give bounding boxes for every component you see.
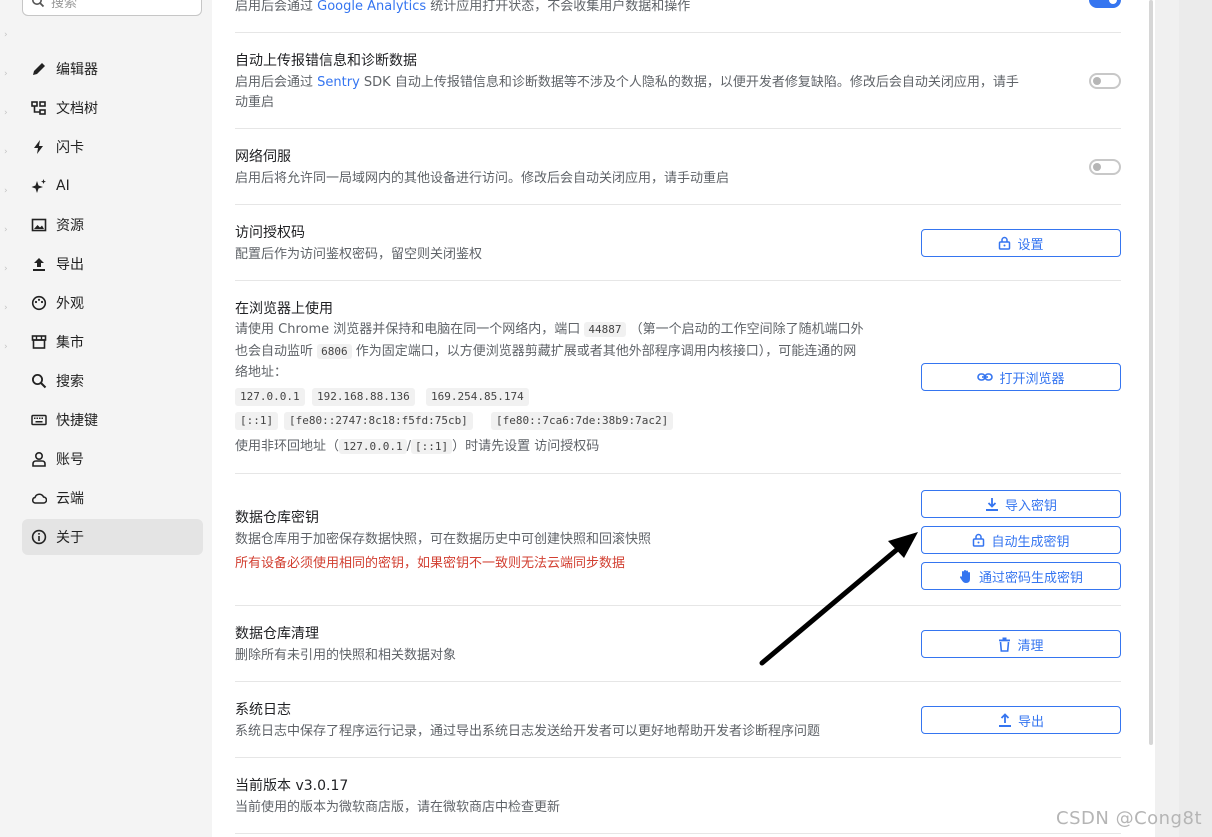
annotation-arrow: [759, 532, 918, 666]
watermark: CSDN @Cong8t: [1056, 808, 1202, 829]
